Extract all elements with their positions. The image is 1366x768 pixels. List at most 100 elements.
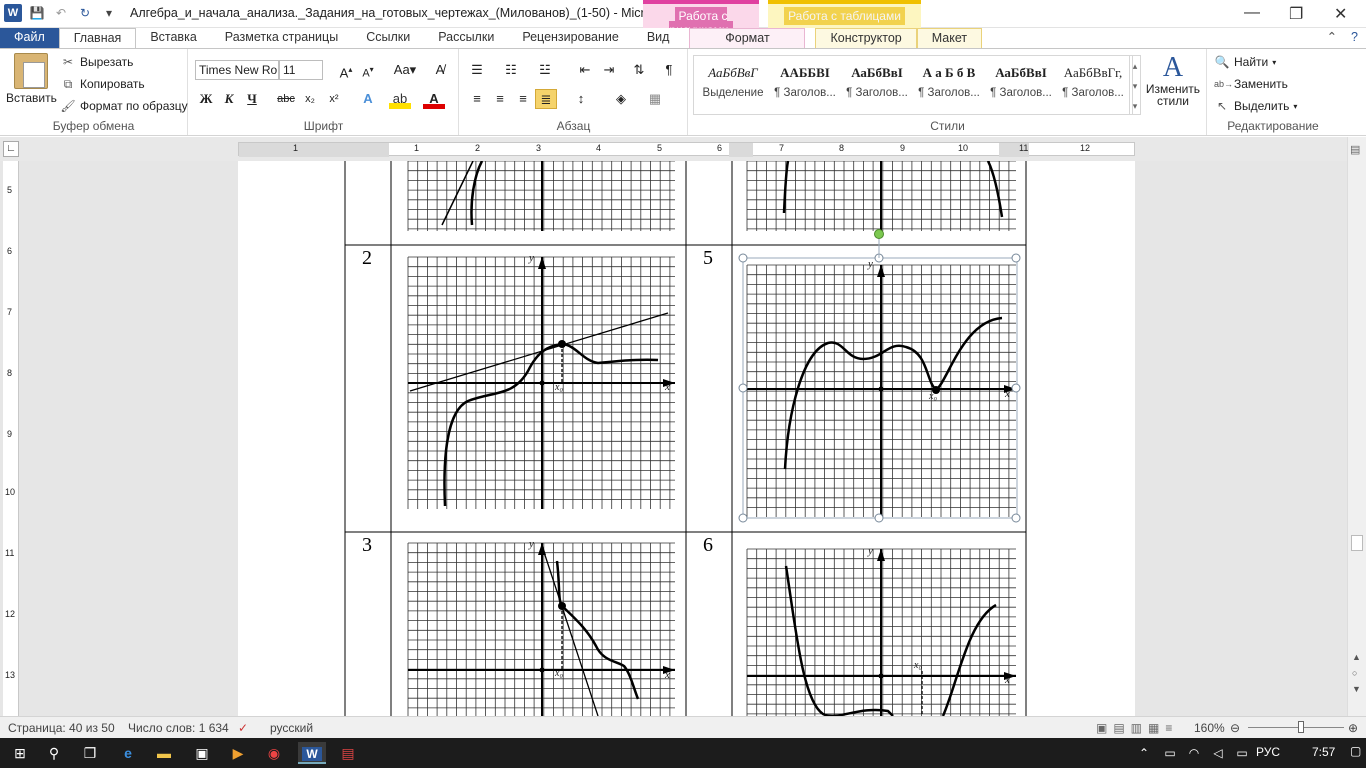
- select-button[interactable]: ↖ Выделить ▾: [1214, 98, 1297, 114]
- strikethrough-button[interactable]: abc: [275, 89, 297, 109]
- scroll-nav-icons[interactable]: ▲ ○ ▼: [1352, 649, 1361, 697]
- sort-icon[interactable]: ⇅: [628, 60, 650, 80]
- style-item[interactable]: ААББВІ ¶ Заголов...: [769, 59, 841, 111]
- justify-icon[interactable]: ≣: [535, 89, 557, 109]
- customize-qat-icon[interactable]: ▾: [100, 4, 118, 22]
- tray-overflow-icon[interactable]: ⌃: [1130, 742, 1158, 764]
- scroll-thumb[interactable]: [1351, 535, 1363, 551]
- minimize-button[interactable]: —: [1244, 4, 1260, 22]
- action-center-icon[interactable]: ▢: [1350, 744, 1361, 758]
- zoom-in-icon[interactable]: ⊕: [1348, 721, 1358, 735]
- style-item[interactable]: А а Б б В ¶ Заголов...: [913, 59, 985, 111]
- horizontal-ruler[interactable]: 1 1 2 3 4 5 6 7 8 9 10 11 12: [238, 142, 1135, 157]
- bullets-icon[interactable]: ☰: [466, 60, 488, 80]
- redo-icon[interactable]: ↻: [76, 4, 94, 22]
- style-item[interactable]: АаБбВвГ Выделение: [697, 59, 769, 111]
- edge-icon[interactable]: e: [114, 742, 142, 764]
- chrome-icon[interactable]: ◉: [260, 742, 288, 764]
- paste-button[interactable]: Вставить: [6, 53, 57, 105]
- windows-start-icon[interactable]: ⊞: [6, 742, 34, 764]
- text-effects-icon[interactable]: A: [357, 89, 379, 109]
- shrink-font-icon[interactable]: A▾: [357, 60, 379, 80]
- notification-icon[interactable]: ▭: [1228, 742, 1256, 764]
- tab-design[interactable]: Конструктор: [815, 28, 917, 48]
- font-size-combo[interactable]: 11: [279, 60, 323, 80]
- decrease-indent-icon[interactable]: ⇤: [574, 60, 596, 80]
- tab-mailings[interactable]: Рассылки: [424, 28, 508, 48]
- save-icon[interactable]: 💾: [28, 4, 46, 22]
- tab-selector-icon[interactable]: ∟: [3, 141, 19, 157]
- clear-formatting-icon[interactable]: A̸: [429, 60, 451, 80]
- style-item[interactable]: АаБбВвІ ¶ Заголов...: [841, 59, 913, 111]
- cut-button[interactable]: ✂ Вырезать: [60, 54, 133, 70]
- style-item[interactable]: АаБбВвГг, ¶ Заголов...: [1057, 59, 1129, 111]
- tab-review[interactable]: Рецензирование: [508, 28, 633, 48]
- numbering-icon[interactable]: ☷: [500, 60, 522, 80]
- tab-view[interactable]: Вид: [633, 28, 684, 48]
- search-icon[interactable]: ⚲: [40, 742, 68, 764]
- document-page[interactable]: 2 5 3 6 y x x₀ y x x₀ y x x₀ y x x₀: [238, 161, 1135, 716]
- help-icon[interactable]: ?: [1343, 28, 1366, 48]
- bold-button[interactable]: Ж: [195, 89, 217, 109]
- keyboard-language[interactable]: РУС: [1256, 745, 1280, 759]
- underline-button[interactable]: Ч: [241, 89, 263, 109]
- vertical-ruler[interactable]: 5 6 7 8 9 10 11 12 13: [3, 161, 19, 716]
- zoom-slider[interactable]: [1248, 727, 1344, 728]
- collapse-ribbon-icon[interactable]: ⌃: [1321, 28, 1343, 48]
- style-item[interactable]: АаБбВвІ ¶ Заголов...: [985, 59, 1057, 111]
- subscript-button[interactable]: x₂: [299, 89, 321, 109]
- task-view-icon[interactable]: ❐: [76, 742, 104, 764]
- styles-scroll-icon[interactable]: ▴ ▾ ▾: [1129, 55, 1141, 115]
- copy-button[interactable]: ⧉ Копировать: [60, 76, 145, 92]
- font-name-combo[interactable]: Times New Ro: [195, 60, 279, 80]
- tab-page-layout[interactable]: Разметка страницы: [211, 28, 352, 48]
- highlight-icon[interactable]: ab: [389, 89, 411, 109]
- undo-icon[interactable]: ↶: [52, 4, 70, 22]
- tab-layout[interactable]: Макет: [916, 28, 983, 48]
- vertical-scrollbar[interactable]: ▤ ▲ ○ ▼: [1347, 137, 1366, 716]
- origin-point: [878, 673, 884, 679]
- format-painter-button[interactable]: 🖌 Формат по образцу: [60, 98, 187, 114]
- multilevel-list-icon[interactable]: ☳: [534, 60, 556, 80]
- italic-button[interactable]: К: [218, 89, 240, 109]
- tab-insert[interactable]: Вставка: [136, 28, 210, 48]
- zoom-level[interactable]: 160%: [1194, 721, 1225, 735]
- line-spacing-icon[interactable]: ↕: [570, 89, 592, 109]
- zoom-slider-thumb[interactable]: [1298, 721, 1304, 733]
- clock[interactable]: 7:57: [1312, 745, 1335, 759]
- file-explorer-icon[interactable]: ▬: [150, 742, 178, 764]
- superscript-button[interactable]: x²: [323, 89, 345, 109]
- align-center-icon[interactable]: ≡: [489, 89, 511, 109]
- store-icon[interactable]: ▣: [188, 742, 216, 764]
- tab-file[interactable]: Файл: [0, 28, 59, 48]
- app-taskbar-icon[interactable]: ▤: [334, 742, 362, 764]
- grow-font-icon[interactable]: A▴: [335, 60, 357, 80]
- restore-button[interactable]: ❐: [1289, 4, 1303, 24]
- proofing-icon[interactable]: ✓: [238, 721, 248, 735]
- resize-handle: [874, 513, 884, 523]
- ruler-label: 11: [5, 548, 15, 558]
- word-taskbar-icon[interactable]: W: [298, 742, 326, 764]
- change-case-icon[interactable]: Aa▾: [391, 60, 419, 80]
- increase-indent-icon[interactable]: ⇥: [598, 60, 620, 80]
- language-indicator[interactable]: русский: [270, 721, 313, 735]
- tab-home[interactable]: Главная: [58, 28, 137, 48]
- align-right-icon[interactable]: ≡: [512, 89, 534, 109]
- align-left-icon[interactable]: ≡: [466, 89, 488, 109]
- show-formatting-button[interactable]: ¶: [658, 60, 680, 80]
- font-color-icon[interactable]: A: [423, 89, 445, 109]
- ruler-toggle-icon[interactable]: ▤: [1350, 143, 1360, 156]
- find-button[interactable]: 🔍 Найти ▾: [1214, 54, 1277, 70]
- change-styles-button[interactable]: A Изменить стили: [1145, 53, 1201, 108]
- page-counter[interactable]: Страница: 40 из 50: [8, 721, 115, 735]
- borders-icon[interactable]: ▦: [644, 89, 666, 109]
- media-player-icon[interactable]: ▶: [224, 742, 252, 764]
- tab-format[interactable]: Формат: [689, 28, 806, 48]
- view-buttons-icon[interactable]: ▣▤▥▦≡: [1096, 721, 1178, 735]
- tab-references[interactable]: Ссылки: [352, 28, 424, 48]
- replace-button[interactable]: ab→ Заменить: [1214, 76, 1288, 92]
- zoom-out-icon[interactable]: ⊖: [1230, 721, 1240, 735]
- word-count[interactable]: Число слов: 1 634: [128, 721, 229, 735]
- shading-icon[interactable]: ◈: [610, 89, 632, 109]
- close-button[interactable]: ✕: [1334, 4, 1347, 24]
